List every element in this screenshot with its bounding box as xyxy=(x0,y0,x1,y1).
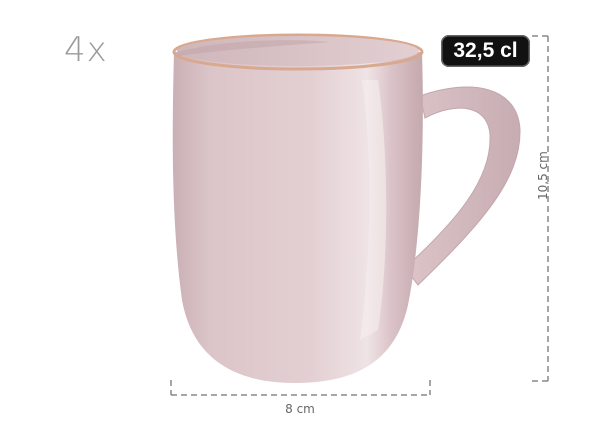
volume-badge: 32,5 cl xyxy=(441,35,530,67)
quantity-label: 4x xyxy=(64,30,108,70)
width-label: 8 cm xyxy=(285,402,315,416)
height-label: 10,5 cm xyxy=(536,151,550,200)
height-dimension-line xyxy=(532,35,549,382)
